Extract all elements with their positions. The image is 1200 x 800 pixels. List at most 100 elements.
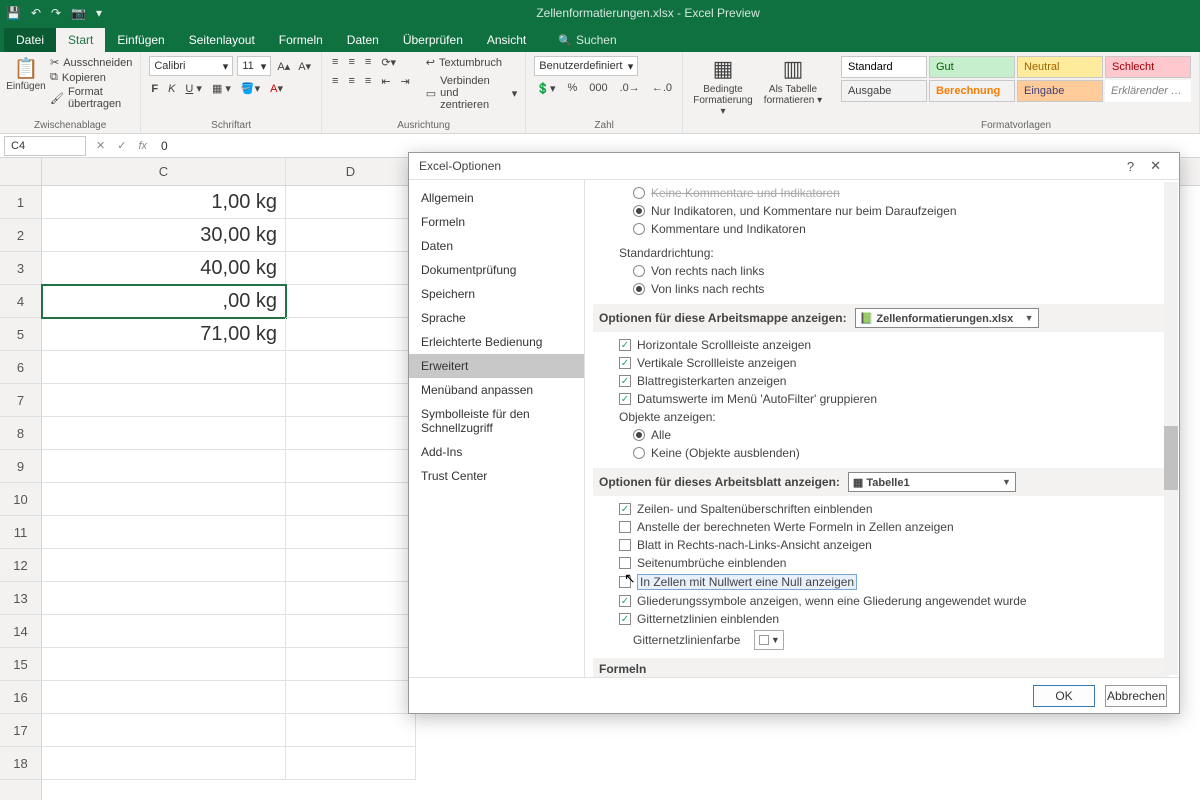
chk-vscroll[interactable] (619, 357, 631, 369)
comma-format-icon[interactable]: 000 (587, 82, 609, 95)
cell-d5[interactable] (286, 318, 416, 351)
redo-icon[interactable]: ↷ (51, 6, 61, 20)
cell-c17[interactable] (42, 714, 286, 747)
style-erklaerender[interactable]: Erklärender … (1105, 80, 1191, 102)
cell-c13[interactable] (42, 582, 286, 615)
style-berechnung[interactable]: Berechnung (929, 80, 1015, 102)
tell-me-search[interactable]: Suchen (546, 28, 628, 52)
tab-insert[interactable]: Einfügen (105, 28, 176, 52)
chk-gridlines[interactable] (619, 613, 631, 625)
orientation-icon[interactable]: ⟳▾ (379, 56, 398, 69)
nav-daten[interactable]: Daten (409, 234, 584, 258)
tab-file[interactable]: Datei (4, 28, 56, 52)
nav-speichern[interactable]: Speichern (409, 282, 584, 306)
underline-button[interactable]: U ▾ (183, 82, 204, 95)
row-header[interactable]: 8 (0, 417, 41, 450)
number-format-combo[interactable]: Benutzerdefiniert▾ (534, 56, 638, 76)
radio-comments-indicators[interactable] (633, 223, 645, 235)
paste-button[interactable]: 📋 Einfügen (8, 56, 44, 92)
chk-rtl-sheet[interactable] (619, 539, 631, 551)
row-header[interactable]: 5 (0, 318, 41, 351)
scroll-thumb[interactable] (1164, 426, 1178, 490)
cell-c2[interactable]: 30,00 kg (42, 219, 286, 252)
radio-only-indicators[interactable] (633, 205, 645, 217)
bold-button[interactable]: F (149, 83, 160, 95)
row-header[interactable]: 17 (0, 714, 41, 747)
format-painter-button[interactable]: 🖌Format übertragen (50, 86, 132, 110)
nav-sprache[interactable]: Sprache (409, 306, 584, 330)
tab-pagelayout[interactable]: Seitenlayout (177, 28, 267, 52)
cancel-button[interactable]: Abbrechen (1105, 685, 1167, 707)
row-header[interactable]: 9 (0, 450, 41, 483)
nav-erleichterte-bedienung[interactable]: Erleichterte Bedienung (409, 330, 584, 354)
chk-outline-symbols[interactable] (619, 595, 631, 607)
cell-d8[interactable] (286, 417, 416, 450)
cell-c8[interactable] (42, 417, 286, 450)
radio-objects-all[interactable] (633, 429, 645, 441)
radio-objects-none[interactable] (633, 447, 645, 459)
cell-d9[interactable] (286, 450, 416, 483)
col-header-d[interactable]: D (286, 158, 416, 185)
cancel-icon[interactable]: ✕ (90, 139, 111, 152)
cell-d16[interactable] (286, 681, 416, 714)
style-eingabe[interactable]: Eingabe (1017, 80, 1103, 102)
font-color-button[interactable]: A▾ (268, 82, 285, 95)
chk-hscroll[interactable] (619, 339, 631, 351)
enter-icon[interactable]: ✓ (111, 139, 132, 152)
cell-d7[interactable] (286, 384, 416, 417)
tab-view[interactable]: Ansicht (475, 28, 538, 52)
nav-trustcenter[interactable]: Trust Center (409, 464, 584, 488)
align-left-icon[interactable]: ≡ (330, 75, 340, 88)
select-all-corner[interactable] (0, 158, 41, 186)
col-header-c[interactable]: C (42, 158, 286, 185)
close-icon[interactable]: ✕ (1142, 158, 1169, 174)
row-header[interactable]: 16 (0, 681, 41, 714)
row-header[interactable]: 15 (0, 648, 41, 681)
format-as-table-button[interactable]: ▥ Als Tabelle formatieren ▾ (761, 56, 825, 106)
row-header[interactable]: 18 (0, 747, 41, 780)
fill-color-button[interactable]: 🪣▾ (239, 82, 262, 95)
align-bottom-icon[interactable]: ≡ (363, 56, 373, 69)
percent-format-icon[interactable]: % (565, 82, 579, 95)
cell-d18[interactable] (286, 747, 416, 780)
row-header[interactable]: 1 (0, 186, 41, 219)
cell-c10[interactable] (42, 483, 286, 516)
cell-c12[interactable] (42, 549, 286, 582)
style-standard[interactable]: Standard (841, 56, 927, 78)
cell-d1[interactable] (286, 186, 416, 219)
nav-schnellzugriff[interactable]: Symbolleiste für den Schnellzugriff (409, 402, 584, 440)
worksheet-combo[interactable]: ▦ Tabelle1▼ (848, 472, 1016, 492)
accounting-format-icon[interactable]: 💲▾ (534, 82, 557, 95)
cell-c4[interactable]: ,00 kg (42, 285, 286, 318)
chk-pagebreaks[interactable] (619, 557, 631, 569)
undo-icon[interactable]: ↶ (31, 6, 41, 20)
cell-styles-gallery[interactable]: Standard Gut Neutral Schlecht Ausgabe Be… (841, 56, 1191, 102)
nav-erweitert[interactable]: Erweitert (409, 354, 584, 378)
align-right-icon[interactable]: ≡ (363, 75, 373, 88)
cell-c14[interactable] (42, 615, 286, 648)
chk-sheettabs[interactable] (619, 375, 631, 387)
decrease-decimal-icon[interactable]: ←.0 (650, 82, 674, 95)
radio-rtl[interactable] (633, 265, 645, 277)
cell-d10[interactable] (286, 483, 416, 516)
tab-start[interactable]: Start (56, 28, 105, 52)
cell-c5[interactable]: 71,00 kg (42, 318, 286, 351)
cell-c15[interactable] (42, 648, 286, 681)
cell-d14[interactable] (286, 615, 416, 648)
cell-d11[interactable] (286, 516, 416, 549)
cell-d6[interactable] (286, 351, 416, 384)
camera-icon[interactable]: 📷 (71, 6, 86, 20)
tab-review[interactable]: Überprüfen (391, 28, 475, 52)
save-icon[interactable]: 💾 (6, 6, 21, 20)
qat-more-icon[interactable]: ▾ (96, 6, 102, 20)
nav-addins[interactable]: Add-Ins (409, 440, 584, 464)
increase-font-icon[interactable]: A▴ (275, 60, 292, 73)
cell-c7[interactable] (42, 384, 286, 417)
row-header[interactable]: 13 (0, 582, 41, 615)
row-header[interactable]: 4 (0, 285, 41, 318)
font-name-combo[interactable]: Calibri▾ (149, 56, 233, 76)
row-header[interactable]: 2 (0, 219, 41, 252)
cell-c1[interactable]: 1,00 kg (42, 186, 286, 219)
cell-d15[interactable] (286, 648, 416, 681)
row-header[interactable]: 7 (0, 384, 41, 417)
